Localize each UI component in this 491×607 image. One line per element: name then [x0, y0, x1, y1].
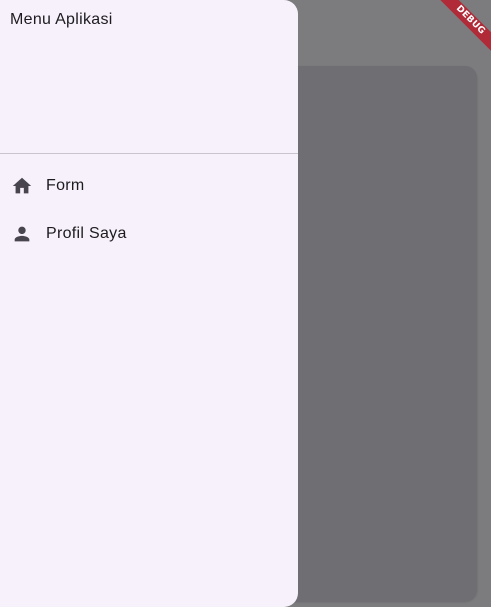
debug-banner-label: DEBUG	[433, 0, 491, 57]
home-icon	[11, 175, 33, 197]
menu-item-label: Form	[46, 177, 85, 194]
menu-item-form[interactable]: Form	[0, 162, 298, 210]
menu-item-profil-saya[interactable]: Profil Saya	[0, 210, 298, 258]
drawer-title: Menu Aplikasi	[10, 11, 113, 28]
debug-banner: DEBUG	[431, 0, 491, 60]
menu-item-label: Profil Saya	[46, 225, 127, 242]
drawer-header: Menu Aplikasi	[0, 0, 298, 154]
person-icon	[11, 223, 33, 245]
navigation-drawer: Menu Aplikasi Form Profil Saya	[0, 0, 298, 607]
